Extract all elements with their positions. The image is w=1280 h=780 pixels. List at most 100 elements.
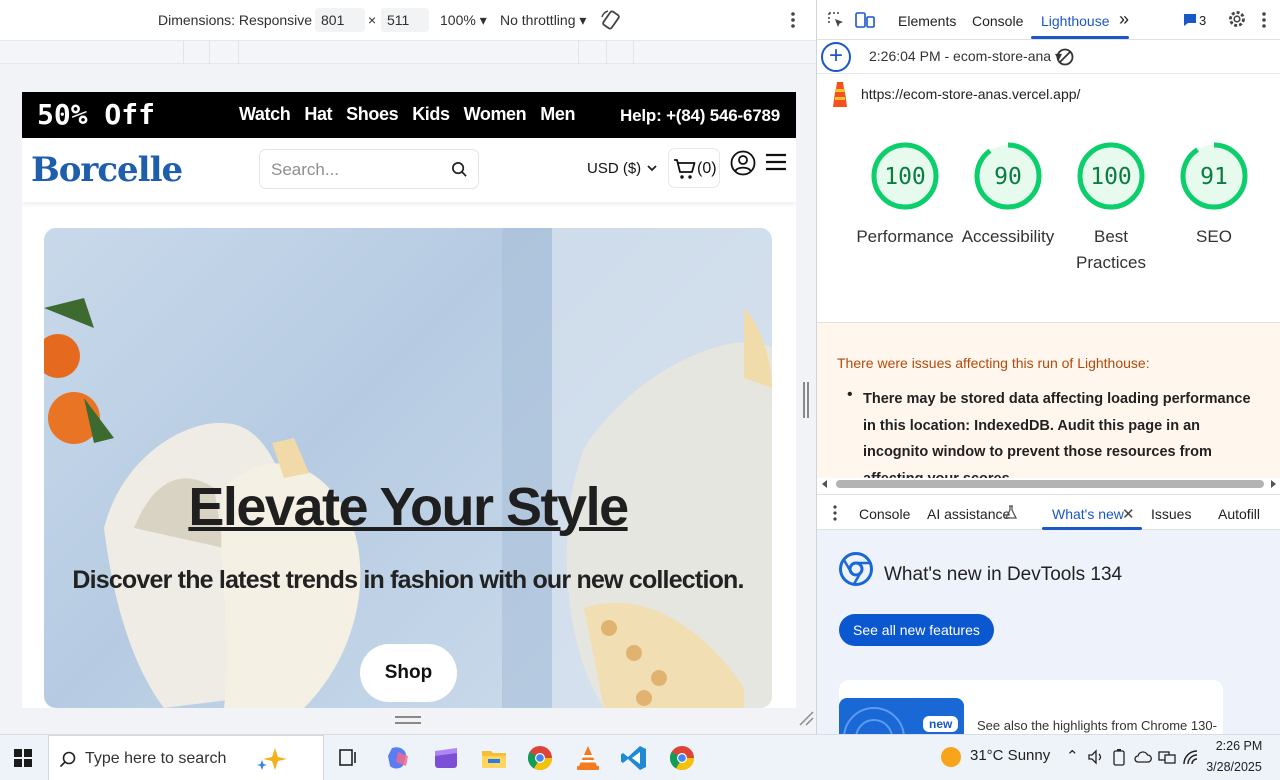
score-seo[interactable]: 91 SEO — [1162, 140, 1266, 250]
drawer-tab-ai-assistance[interactable]: AI assistance — [927, 506, 1010, 522]
nav-women[interactable]: Women — [464, 104, 527, 125]
nav-watch[interactable]: Watch — [239, 104, 291, 125]
site-logo[interactable]: Borcelle — [31, 150, 183, 190]
tab-elements[interactable]: Elements — [898, 13, 956, 29]
dimensions-dropdown[interactable]: Dimensions: Responsive ▾ — [158, 12, 323, 29]
hero-subtitle: Discover the latest trends in fashion wi… — [72, 566, 744, 594]
battery-icon[interactable] — [1112, 748, 1126, 766]
windows-taskbar: Type here to search 31°C Sunny ⌃ 2:26 PM… — [0, 734, 1280, 780]
dimension-separator: × — [368, 12, 377, 28]
promo-topbar: 50% Off Watch Hat Shoes Kids Women Men H… — [22, 92, 796, 138]
report-url: https://ecom-store-anas.vercel.app/ — [861, 86, 1081, 102]
inspect-element-icon[interactable] — [827, 11, 845, 29]
whats-new-title: What's new in DevTools 134 — [884, 564, 1123, 585]
drawer-tab-bar: Console AI assistance What's new ✕ Issue… — [817, 494, 1280, 530]
media-query-ruler[interactable] — [0, 40, 816, 65]
clipchamp-icon[interactable] — [432, 744, 460, 772]
height-input[interactable]: 511 — [381, 8, 429, 32]
windows-start-icon[interactable] — [14, 749, 32, 767]
help-phone: Help: +(84) 546-6789 — [620, 106, 780, 125]
currency-select[interactable]: USD ($) — [587, 160, 641, 177]
drawer-tab-issues[interactable]: Issues — [1151, 506, 1191, 522]
score-label: Best Practices — [1076, 227, 1146, 272]
cart-button[interactable]: (0) — [668, 148, 720, 188]
score-accessibility[interactable]: 90 Accessibility — [956, 140, 1060, 250]
weather-text[interactable]: 31°C Sunny — [970, 747, 1050, 764]
chrome-active-icon[interactable] — [668, 744, 696, 772]
search-icon — [59, 751, 76, 768]
scrollbar-thumb[interactable] — [836, 480, 1264, 488]
taskbar-search-box[interactable]: Type here to search — [48, 735, 324, 780]
horizontal-scrollbar[interactable] — [817, 478, 1280, 490]
search-icon[interactable] — [451, 161, 468, 178]
nav-shoes[interactable]: Shoes — [346, 104, 398, 125]
network-icon[interactable] — [1158, 749, 1176, 765]
nav-kids[interactable]: Kids — [412, 104, 450, 125]
more-tabs-button[interactable]: » — [1119, 9, 1129, 30]
copilot-app-icon[interactable] — [384, 744, 412, 772]
sun-weather-icon[interactable] — [940, 746, 962, 768]
lighthouse-logo-icon — [833, 82, 847, 107]
side-resize-handle[interactable] — [801, 380, 811, 420]
settings-gear-icon[interactable] — [1227, 9, 1247, 29]
promo-text: 50% Off — [37, 98, 156, 131]
issues-icon[interactable] — [1183, 13, 1197, 27]
vscode-icon[interactable] — [620, 744, 648, 772]
site-search-input[interactable]: Search... — [259, 149, 479, 189]
lighthouse-toolbar: + 2:26:04 PM - ecom-store-ana ▾ — [817, 40, 1280, 74]
see-all-features-button[interactable]: See all new features — [839, 614, 994, 646]
run-warnings: There were issues affecting this run of … — [817, 322, 1280, 487]
new-report-button[interactable]: + — [821, 42, 851, 72]
shop-button[interactable]: Shop — [360, 644, 457, 702]
highlights-card[interactable]: new See also the highlights from Chrome … — [839, 680, 1223, 748]
tab-console[interactable]: Console — [972, 13, 1023, 29]
drawer-menu-icon[interactable] — [831, 504, 839, 522]
drawer-tab-autofill[interactable]: Autofill — [1218, 506, 1260, 522]
clear-icon[interactable] — [1055, 47, 1075, 67]
wifi-icon[interactable] — [1182, 749, 1200, 765]
clock-time[interactable]: 2:26 PM — [1208, 739, 1270, 753]
device-toggle-icon[interactable] — [855, 11, 875, 29]
clock-date[interactable]: 3/28/2025 — [1203, 760, 1265, 774]
score-value: 91 — [1200, 164, 1228, 190]
nav-hat[interactable]: Hat — [304, 104, 332, 125]
task-view-icon[interactable] — [334, 744, 362, 772]
nav-men[interactable]: Men — [540, 104, 575, 125]
zoom-dropdown[interactable]: 100% ▾ — [440, 12, 487, 29]
vlc-icon[interactable] — [574, 744, 602, 772]
tab-lighthouse[interactable]: Lighthouse — [1041, 13, 1110, 29]
drawer-tab-console[interactable]: Console — [859, 506, 910, 522]
more-options-icon[interactable] — [788, 11, 798, 29]
copilot-sparkle-icon[interactable] — [255, 746, 291, 772]
scroll-left-icon[interactable] — [821, 480, 829, 488]
chrome-icon[interactable] — [526, 744, 554, 772]
taskbar-search-placeholder: Type here to search — [85, 750, 227, 767]
score-best-practices[interactable]: 100 Best Practices — [1059, 140, 1163, 276]
score-gauge: 100 — [1077, 142, 1145, 210]
scroll-right-icon[interactable] — [1269, 480, 1277, 488]
drawer-tab-whats-new[interactable]: What's new — [1052, 506, 1124, 522]
new-badge: new — [923, 716, 959, 732]
user-icon[interactable] — [730, 150, 756, 176]
throttling-dropdown[interactable]: No throttling ▾ — [500, 12, 586, 29]
devtools-tab-bar: Elements Console Lighthouse » 3 — [817, 0, 1280, 40]
volume-icon[interactable] — [1088, 749, 1104, 765]
close-icon[interactable]: ✕ — [1122, 505, 1135, 523]
width-input[interactable]: 801 — [315, 8, 365, 32]
issues-count[interactable]: 3 — [1199, 13, 1206, 28]
rotate-icon[interactable] — [600, 9, 622, 31]
file-explorer-icon[interactable] — [480, 744, 508, 772]
website-preview: 50% Off Watch Hat Shoes Kids Women Men H… — [22, 92, 796, 708]
score-gauge: 90 — [974, 142, 1042, 210]
report-select[interactable]: 2:26:04 PM - ecom-store-ana ▾ — [869, 48, 1062, 65]
devtools-menu-icon[interactable] — [1259, 11, 1269, 29]
chevron-down-icon[interactable] — [646, 162, 658, 174]
corner-resize-handle[interactable] — [798, 710, 814, 726]
score-performance[interactable]: 100 Performance — [853, 140, 957, 250]
cloud-icon[interactable] — [1134, 749, 1152, 765]
score-value: 100 — [1090, 164, 1132, 190]
menu-icon[interactable] — [765, 151, 787, 173]
search-placeholder: Search... — [271, 160, 340, 179]
bottom-resize-handle[interactable] — [393, 714, 423, 726]
chevron-up-icon[interactable]: ⌃ — [1066, 747, 1079, 765]
